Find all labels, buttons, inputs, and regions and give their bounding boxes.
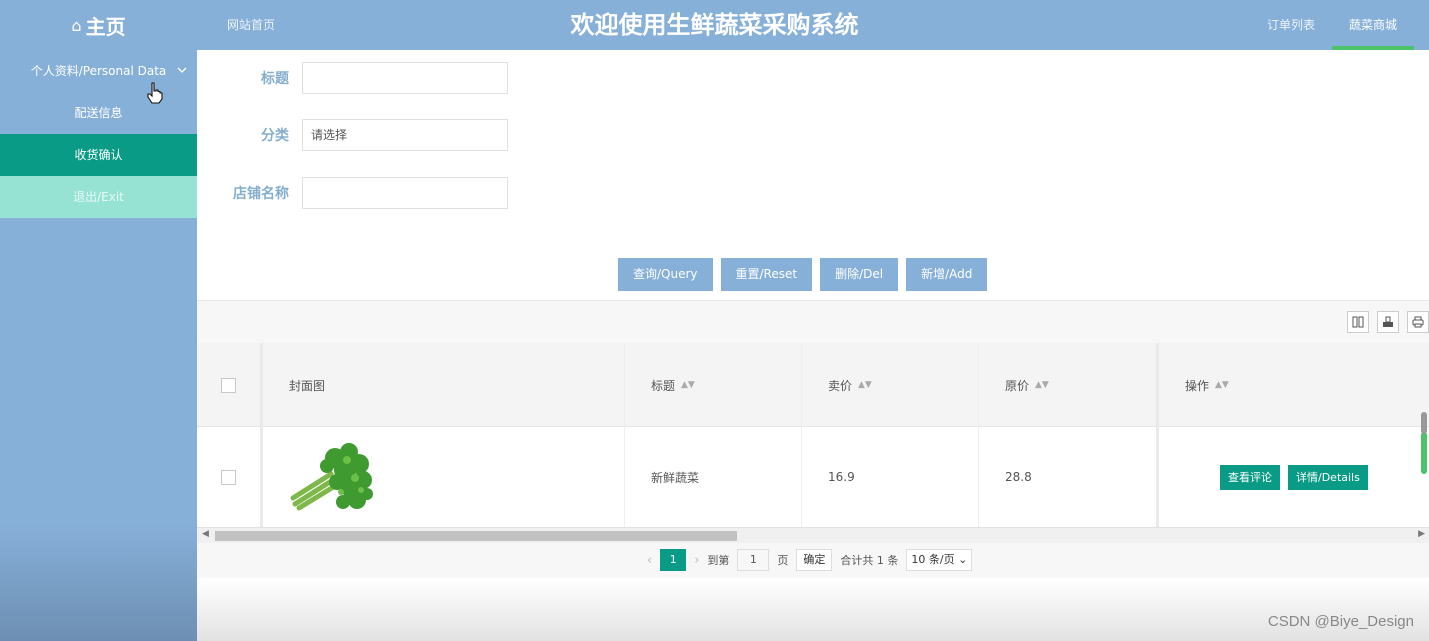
page-unit-label: 页 [777,554,789,567]
goto-page-input[interactable]: 1 [737,549,770,571]
header-price[interactable]: 卖价 ▲▼ [802,343,979,427]
columns-icon [1352,316,1364,328]
brand-label: 主页 [85,14,126,39]
page-size-value: 10 条/页 [911,553,955,566]
print-icon [1412,316,1424,328]
shop-name-label: 店铺名称 [233,186,289,202]
table-toolbar [1347,311,1429,333]
celery-image [290,443,373,511]
nav-order-list[interactable]: 订单列表 [1250,0,1332,50]
header-title[interactable]: 标题 ▲▼ [625,343,802,427]
action-buttons: 查询/Query 重置/Reset 删除/Del 新增/Add [618,258,988,291]
home-icon: ⌂ [71,15,82,35]
form-row-shop: 店铺名称 [197,177,508,209]
sort-icon: ▲▼ [681,380,695,390]
footer-area [197,578,1429,641]
header-cover-label: 封面图 [289,378,326,393]
table-row: 新鲜蔬菜 16.9 28.8 查看评论 详情/Details [197,427,1429,527]
scrollbar-thumb[interactable] [215,531,737,541]
shop-name-input[interactable] [302,177,508,209]
sort-icon: ▲▼ [858,380,872,390]
header-title-label: 标题 [651,378,676,393]
columns-tool-button[interactable] [1347,311,1369,333]
brand-home-link[interactable]: ⌂ 主页 [0,0,197,50]
details-button[interactable]: 详情/Details [1288,464,1368,490]
goto-label: 到第 [707,554,730,567]
reset-button[interactable]: 重置/Reset [720,258,813,291]
add-button[interactable]: 新增/Add [906,258,988,291]
header-orig-price-label: 原价 [1005,378,1030,393]
site-home-link[interactable]: 网站首页 [227,0,275,50]
export-icon [1383,316,1393,327]
sort-icon: ▲▼ [1215,380,1229,390]
header-actions[interactable]: 操作 ▲▼ [1159,343,1429,427]
vertical-scroll-track [1421,432,1427,474]
goto-confirm-button[interactable]: 确定 [796,549,833,571]
row-title-cell: 新鲜蔬菜 [625,427,802,527]
query-button[interactable]: 查询/Query [618,258,713,291]
row-orig-price-cell: 28.8 [979,427,1159,527]
row-checkbox[interactable] [221,469,236,485]
row-select-cell [197,427,263,527]
category-label: 分类 [261,128,289,144]
sort-icon: ▲▼ [1035,380,1049,390]
header-select-all [197,343,263,427]
vertical-scroll-thumb[interactable] [1421,412,1427,434]
nav-vegetable-mall[interactable]: 蔬菜商城 [1331,0,1415,50]
select-all-checkbox[interactable] [221,377,236,393]
scroll-right-icon[interactable]: ▶ [1418,529,1425,539]
main-content: 标题 分类 请选择 店铺名称 查询/Query 重置/Reset 删除/Del … [197,50,1429,641]
watermark: CSDN @Biye_Design [1267,613,1414,630]
row-price: 16.9 [828,470,855,484]
title-label: 标题 [261,71,289,87]
view-comments-button[interactable]: 查看评论 [1220,464,1280,490]
hand-cursor-icon [147,82,163,104]
page-size-select[interactable]: 10 条/页 ⌄ [906,549,973,571]
sidebar-group-label: 个人资料/Personal Data [30,64,167,78]
row-orig-price: 28.8 [1005,470,1032,484]
delete-button[interactable]: 删除/Del [820,258,899,291]
table-panel: 封面图 标题 ▲▼ 卖价 ▲▼ 原价 ▲▼ 操作 ▲▼ 新鲜蔬菜 16.9 28… [197,300,1429,578]
chevron-down-icon [177,50,187,92]
sidebar: 个人资料/Personal Data 配送信息 收货确认 退出/Exit [0,50,197,641]
chevron-down-icon: ⌄ [958,553,968,566]
header-cover: 封面图 [263,343,625,427]
vertical-scrollbar[interactable] [1421,412,1427,474]
form-row-category: 分类 请选择 [197,119,508,151]
row-cover-cell [263,427,625,527]
sidebar-item-receipt-confirm[interactable]: 收货确认 [0,134,197,176]
row-price-cell: 16.9 [802,427,979,527]
page-title: 欢迎使用生鲜蔬菜采购系统 [570,11,859,39]
total-count: 合计共 1 条 [840,554,899,567]
next-page-icon[interactable]: › [694,553,699,568]
row-actions-cell: 查看评论 详情/Details [1159,427,1429,527]
horizontal-scrollbar[interactable]: ◀ ▶ [197,527,1429,543]
top-nav: 订单列表 蔬菜商城 [1250,0,1415,50]
print-tool-button[interactable] [1407,311,1429,333]
sidebar-group-personal-data[interactable]: 个人资料/Personal Data [0,50,197,92]
sidebar-item-delivery-info[interactable]: 配送信息 [0,92,197,134]
row-title: 新鲜蔬菜 [651,470,700,485]
category-select[interactable]: 请选择 [302,119,508,151]
sidebar-item-exit[interactable]: 退出/Exit [0,176,197,218]
current-page[interactable]: 1 [660,549,687,571]
table-header-row: 封面图 标题 ▲▼ 卖价 ▲▼ 原价 ▲▼ 操作 ▲▼ [197,343,1429,427]
prev-page-icon[interactable]: ‹ [647,553,652,568]
top-bar: ⌂ 主页 网站首页 欢迎使用生鲜蔬菜采购系统 订单列表 蔬菜商城 [0,0,1429,50]
pagination: ‹ 1 › 到第 1 页 确定 合计共 1 条 10 条/页 ⌄ [647,549,973,571]
form-row-title: 标题 [197,62,508,94]
header-price-label: 卖价 [828,378,853,393]
data-table: 封面图 标题 ▲▼ 卖价 ▲▼ 原价 ▲▼ 操作 ▲▼ 新鲜蔬菜 16.9 28… [197,343,1429,527]
export-tool-button[interactable] [1377,311,1399,333]
header-orig-price[interactable]: 原价 ▲▼ [979,343,1159,427]
title-input[interactable] [302,62,508,94]
header-actions-label: 操作 [1185,378,1210,393]
scroll-left-icon[interactable]: ◀ [202,529,209,539]
